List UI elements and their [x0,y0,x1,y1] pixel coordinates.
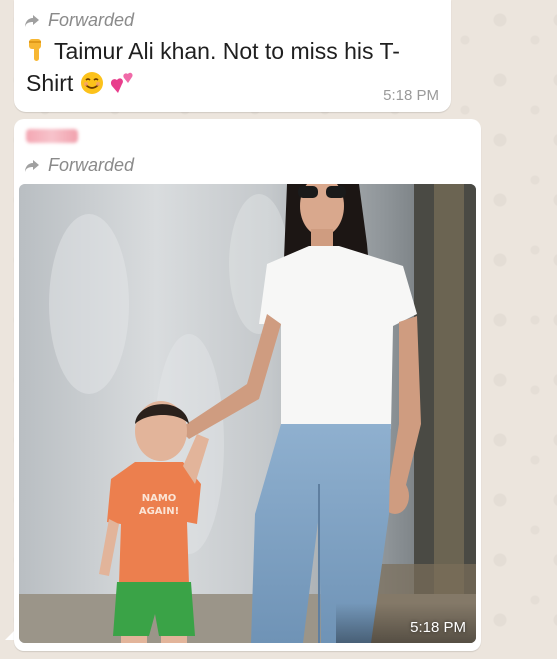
smiling-face-emoji-icon [80,72,103,94]
photo-timestamp: 5:18 PM [410,619,466,636]
forward-arrow-icon [25,14,39,27]
message-bubble[interactable]: Forwarded NAMO AGAIN! 5:18 PM [14,119,481,651]
blurred-sender-name [26,129,78,143]
forwarded-label: Forwarded [48,10,135,30]
photo-image: NAMO AGAIN! [19,184,476,643]
message-text-row: Taimur Ali khan. Not to miss his T-Shirt [26,35,441,99]
photo-attachment[interactable]: NAMO AGAIN! 5:18 PM [19,184,476,643]
message-bubble[interactable]: Forwarded Taimur Ali khan. Not to miss h… [14,0,451,112]
two-hearts-emoji-icon [111,72,133,93]
svg-text:AGAIN!: AGAIN! [139,506,179,517]
forwarded-indicator: Forwarded [24,155,134,176]
forward-arrow-icon [25,159,39,172]
shirt-print-text: NAMO [142,493,177,504]
pointing-down-hand-emoji-icon [29,39,41,61]
forwarded-indicator: Forwarded [24,10,134,31]
forwarded-label: Forwarded [48,155,135,175]
message-timestamp: 5:18 PM [383,87,439,104]
